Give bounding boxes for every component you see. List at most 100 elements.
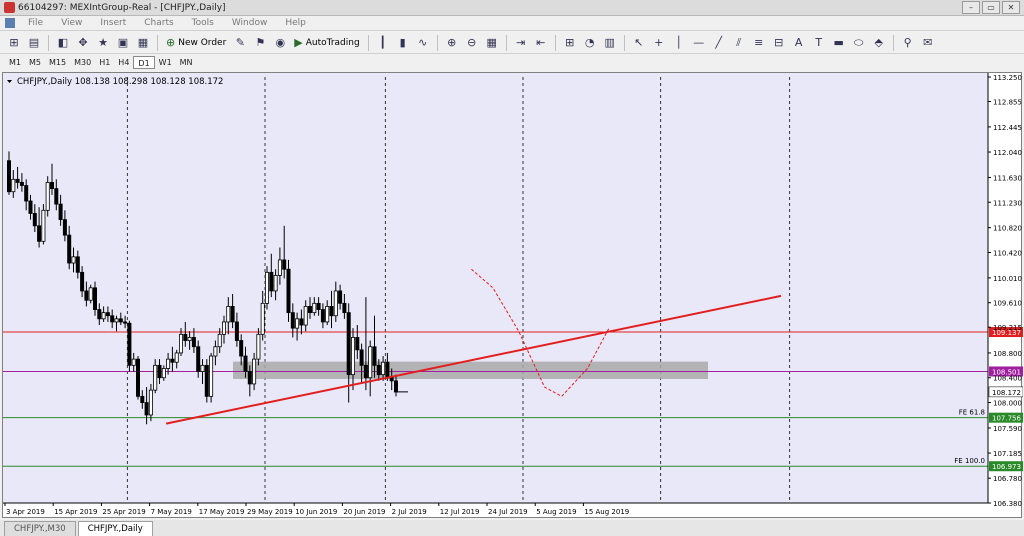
candlestick-icon[interactable]: ▮ [395, 35, 411, 51]
crosshair-icon[interactable]: + [651, 35, 667, 51]
document-icon [5, 18, 15, 28]
support-zone[interactable] [233, 361, 708, 379]
restore-button[interactable]: ▭ [982, 1, 1000, 14]
timeframe-w1[interactable]: W1 [155, 56, 176, 69]
title-bar: 66104297: MEXIntGroup-Real - [CHFJPY.,Da… [0, 0, 1024, 16]
candle [221, 321, 226, 335]
timeframe-m1[interactable]: M1 [5, 56, 25, 69]
menu-tools[interactable]: Tools [183, 18, 223, 28]
gann-icon[interactable]: ≡ [751, 35, 767, 51]
candle [131, 358, 136, 366]
candle [346, 312, 351, 376]
market-icon[interactable]: ◉ [272, 35, 288, 51]
y-tick-label: 108.400 [993, 375, 1022, 383]
strategy-tester-icon[interactable]: ▦ [135, 35, 151, 51]
chat-icon[interactable]: ✉ [920, 35, 936, 51]
candle [286, 268, 291, 314]
candle [303, 306, 308, 326]
timeframe-bar: M1 M5 M15 M30 H1 H4 D1 W1 MN [0, 55, 220, 69]
candle [187, 337, 192, 341]
new-order-label: New Order [178, 37, 227, 48]
timeframe-m5[interactable]: M5 [25, 56, 45, 69]
timeframe-m30[interactable]: M30 [70, 56, 95, 69]
line-chart-icon[interactable]: ∿ [415, 35, 431, 51]
candle [157, 364, 162, 379]
close-button[interactable]: ✕ [1002, 1, 1020, 14]
new-order-button[interactable]: ⊕ New Order [162, 34, 230, 52]
timeframe-m15[interactable]: M15 [45, 56, 70, 69]
fe-100-tag: FE 100.0 [954, 457, 985, 465]
autotrading-button[interactable]: ▶ AutoTrading [290, 34, 363, 52]
autotrading-label: AutoTrading [305, 37, 360, 48]
candle [71, 256, 76, 264]
candle [161, 368, 166, 379]
menu-window[interactable]: Window [223, 18, 277, 28]
bar-chart-icon[interactable]: ┃ [375, 35, 391, 51]
tab-chfjpy-daily[interactable]: CHFJPY.,Daily [77, 521, 153, 536]
candle [264, 271, 269, 304]
menu-file[interactable]: File [19, 18, 52, 28]
market-watch-icon[interactable]: ◧ [55, 35, 71, 51]
candle [50, 182, 55, 190]
candle [342, 302, 347, 314]
zoom-out-icon[interactable]: ⊖ [464, 35, 480, 51]
fibonacci-icon[interactable]: ⊟ [771, 35, 787, 51]
vertical-line-icon[interactable]: │ [671, 35, 687, 51]
menu-bar: File View Insert Charts Tools Window Hel… [0, 16, 1024, 31]
metaeditor-icon[interactable]: ✎ [232, 35, 248, 51]
menu-charts[interactable]: Charts [135, 18, 182, 28]
timeframe-h4[interactable]: H4 [114, 56, 133, 69]
candle [372, 346, 377, 366]
x-tick-label: 15 Aug 2019 [584, 508, 629, 516]
menu-view[interactable]: View [52, 18, 91, 28]
price-chart[interactable]: 109.137108.501107.756FE 61.8106.973FE 10… [3, 73, 1023, 519]
label-icon[interactable]: T [811, 35, 827, 51]
search-icon[interactable]: ⚲ [900, 35, 916, 51]
menu-insert[interactable]: Insert [91, 18, 135, 28]
candle [226, 306, 231, 323]
y-tick-label: 111.230 [993, 199, 1022, 207]
fe-61.8-price-label: 107.756 [992, 415, 1021, 423]
indicators-icon[interactable]: ⊞ [562, 35, 578, 51]
rectangle-icon[interactable]: ▬ [831, 35, 847, 51]
zoom-in-icon[interactable]: ⊕ [444, 35, 460, 51]
channel-icon[interactable]: ⫽ [731, 35, 747, 51]
y-tick-label: 108.800 [993, 350, 1022, 358]
cursor-icon[interactable]: ↖ [631, 35, 647, 51]
main-toolbar: ⊞ ▤ ◧ ✥ ★ ▣ ▦ ⊕ New Order ✎ ⚑ ◉ ▶ AutoTrad… [0, 32, 1024, 54]
menu-help[interactable]: Help [276, 18, 315, 28]
auto-scroll-icon[interactable]: ⇥ [513, 35, 529, 51]
signals-icon[interactable]: ⚑ [252, 35, 268, 51]
text-icon[interactable]: A [791, 35, 807, 51]
data-window-icon[interactable]: ✥ [75, 35, 91, 51]
window-title: 66104297: MEXIntGroup-Real - [CHFJPY.,Da… [18, 2, 226, 13]
horizontal-line-icon[interactable]: — [691, 35, 707, 51]
navigator-icon[interactable]: ★ [95, 35, 111, 51]
tile-windows-icon[interactable]: ▦ [484, 35, 500, 51]
templates-icon[interactable]: ▥ [602, 35, 618, 51]
ellipse-icon[interactable]: ⬭ [851, 35, 867, 51]
tab-chfjpy-m30[interactable]: CHFJPY.,M30 [4, 521, 76, 536]
periods-icon[interactable]: ◔ [582, 35, 598, 51]
y-tick-label: 107.185 [993, 450, 1022, 458]
chart-shift-icon[interactable]: ⇤ [533, 35, 549, 51]
candle [127, 322, 132, 366]
minimize-button[interactable]: – [962, 1, 980, 14]
profiles-icon[interactable]: ▤ [26, 35, 42, 51]
chart-tabs: CHFJPY.,M30 CHFJPY.,Daily [0, 520, 1024, 536]
candle [269, 271, 274, 292]
trendline-icon[interactable]: ╱ [711, 35, 727, 51]
chart-window[interactable]: 109.137 108.501 107.756 FE 61.8 106.973 FE 10… [2, 72, 1023, 519]
candle [350, 337, 355, 376]
timeframe-h1[interactable]: H1 [95, 56, 114, 69]
new-chart-icon[interactable]: ⊞ [6, 35, 22, 51]
candle [381, 361, 386, 376]
candle [312, 302, 317, 314]
arrows-icon[interactable]: ⬘ [871, 35, 887, 51]
candle [191, 337, 196, 348]
candle [140, 395, 145, 403]
candle [135, 358, 140, 397]
timeframe-mn[interactable]: MN [176, 56, 197, 69]
terminal-icon[interactable]: ▣ [115, 35, 131, 51]
timeframe-d1[interactable]: D1 [133, 55, 155, 69]
